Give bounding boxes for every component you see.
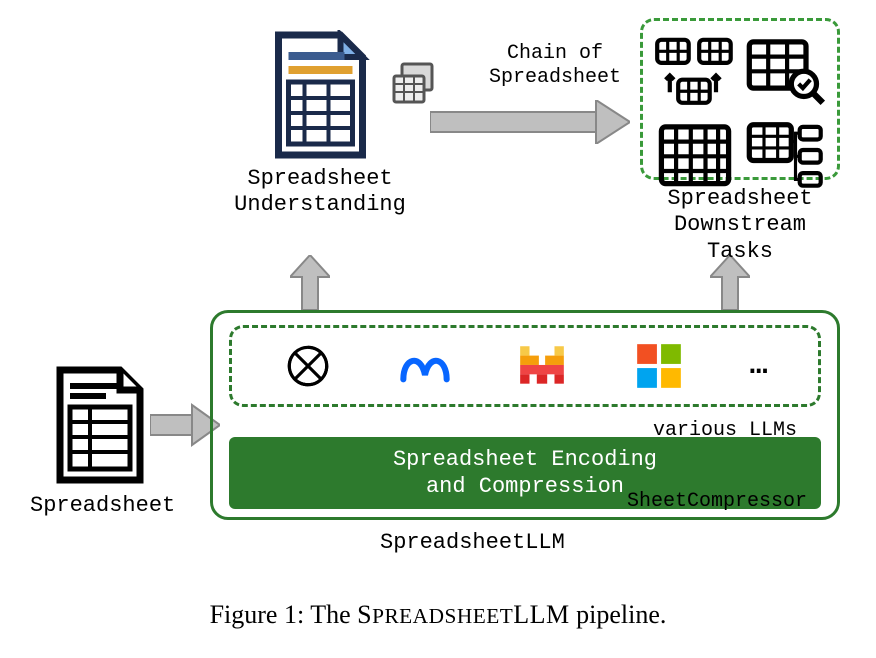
microsoft-icon [633, 340, 685, 392]
task-grid-icon [653, 116, 737, 195]
mistral-icon [516, 340, 568, 392]
caption-prefix: Figure 1: The [210, 600, 358, 629]
task-table-search-icon [743, 31, 827, 110]
diagram-canvas: Spreadsheet [0, 0, 876, 658]
spreadsheetllm-box: … various LLMs Spreadsheet Encoding and … [210, 310, 840, 520]
tasks-label: Spreadsheet Downstream Tasks [640, 186, 840, 265]
understanding-label: Spreadsheet Understanding [210, 166, 430, 219]
chain-line1: Chain of [507, 42, 603, 65]
understanding-line2: Understanding [234, 192, 406, 217]
spreadsheetllm-label: SpreadsheetLLM [380, 530, 565, 555]
tasks-frame [640, 18, 840, 180]
chain-line2: Spreadsheet [489, 66, 621, 89]
arrow-understanding-to-tasks [430, 100, 630, 149]
llm-ellipsis: … [750, 349, 768, 383]
task-hierarchy-icon [743, 116, 827, 195]
sheetcompressor-label: SheetCompressor [627, 490, 807, 513]
caption-suffix: pipeline. [570, 600, 667, 629]
understanding-block: Spreadsheet Understanding [210, 30, 430, 219]
understanding-spreadsheet-icon [268, 30, 373, 160]
understanding-line1: Spreadsheet [247, 166, 392, 191]
tasks-line2: Downstream Tasks [674, 212, 806, 263]
openai-icon [282, 340, 334, 392]
input-label: Spreadsheet [30, 493, 170, 518]
chain-of-spreadsheet-label: Chain of Spreadsheet [470, 42, 640, 90]
figure-caption: Figure 1: The SPREADSHEETLLM pipeline. [0, 600, 876, 630]
spreadsheet-icon [50, 365, 150, 485]
downstream-tasks-block: Spreadsheet Downstream Tasks [640, 18, 840, 265]
encoding-line1: Spreadsheet Encoding [393, 446, 657, 474]
various-llms-label: various LLMs [653, 419, 797, 442]
tasks-line1: Spreadsheet [667, 186, 812, 211]
task-table-compare-icon [653, 31, 737, 110]
encoding-line2: and Compression [426, 473, 624, 501]
llm-row: … [229, 325, 821, 407]
meta-icon [399, 340, 451, 392]
arrow-sllm-to-understanding [290, 255, 330, 315]
input-spreadsheet-block: Spreadsheet [30, 365, 170, 518]
